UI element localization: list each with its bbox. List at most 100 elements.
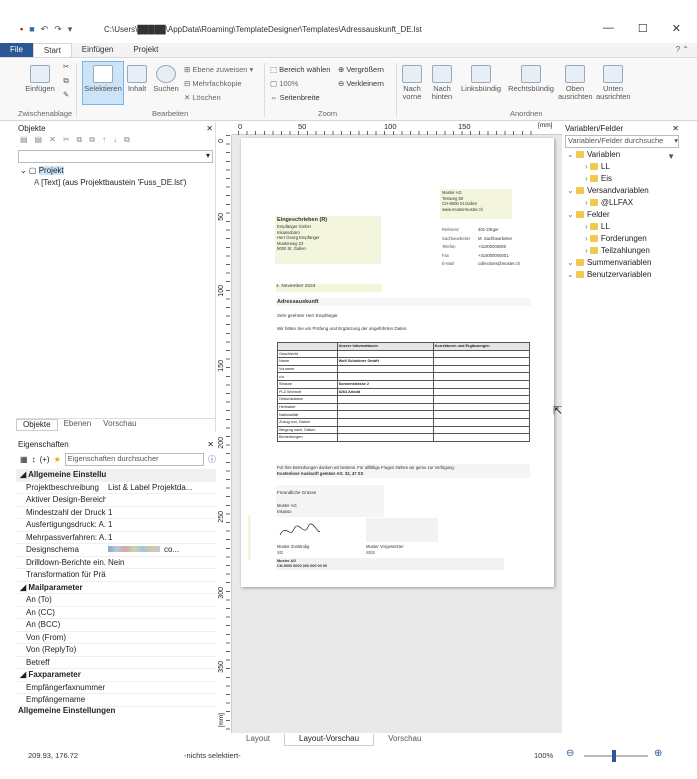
property-row[interactable]: Empfängername [16,694,216,707]
property-row[interactable]: Drilldown-Berichte ein... Nein [16,557,216,569]
property-row[interactable]: ◢ Allgemeine Einstellungen [16,469,216,482]
zoom100-button[interactable]: ▢ 100% [270,79,298,88]
variable-tree-item[interactable]: ⌄ Variablen [567,150,681,162]
redo-icon[interactable]: ↷ [54,24,62,35]
table-cell-edit[interactable] [432,349,531,359]
einfuegen-button[interactable]: Einfügen [22,65,58,93]
table-cell-edit[interactable] [432,417,531,427]
zoom-in-icon[interactable]: ⊕ [654,748,662,759]
table-cell-edit[interactable] [432,402,531,412]
nach-hinten-button[interactable]: Nach hinten [428,65,456,101]
property-row[interactable]: Mehrpassverfahren: A... 1 [16,532,216,544]
eigenschaften-search-input[interactable]: Eigenschaften durchsucher [64,452,204,466]
loeschen-button[interactable]: ✕ Löschen [184,93,221,102]
unten-button[interactable]: Unten ausrichten [596,65,631,101]
table-cell-edit[interactable] [432,372,531,381]
tab-einfuegen[interactable]: Einfügen [72,43,124,57]
cut-icon[interactable]: ✂ [60,63,72,71]
table-cell-edit[interactable] [432,395,531,404]
categorized-icon[interactable]: ▦ [20,455,28,464]
table-row[interactable]: Geschlecht [277,349,531,359]
tab-projekt[interactable]: Projekt [123,43,168,57]
tab-vorschau-main[interactable]: Vorschau [374,734,435,746]
selektieren-button[interactable]: Selektieren [82,61,124,105]
table-row[interactable]: Geburtsdatum [277,395,531,404]
property-row[interactable]: An (CC) [16,607,216,619]
table-row[interactable]: Vorname [277,364,531,374]
property-row[interactable]: Projektbeschreibung List & Label Projektd… [16,482,216,494]
table-row[interactable]: Nationalität [277,410,531,419]
sort-icon[interactable]: ↕ [32,455,36,464]
table-row[interactable]: PLZ Wohnort 8264 Arbold [277,387,531,397]
zoom-slider[interactable] [584,755,648,757]
variable-tree-item[interactable]: ⌄ Summenvariablen [567,258,681,270]
variable-tree-item[interactable]: ⌄ Felder [567,210,681,222]
table-cell-edit[interactable] [432,387,531,397]
property-row[interactable]: An (To) [16,594,216,607]
nach-vorne-button[interactable]: Nach vorne [398,65,426,101]
variablen-search-input[interactable]: Variablen/Felder durchsuche ▾ [565,135,679,148]
close-icon[interactable]: ✕ [206,124,213,133]
property-row[interactable]: Designschema co... [16,544,216,557]
property-row[interactable]: Ausfertigungsdruck: A... 1 [16,519,216,532]
bereich-waehlen-button[interactable]: ⬚ Bereich wählen [270,65,330,74]
tab-objekte[interactable]: Objekte [16,419,58,431]
maximize-button[interactable]: ☐ [638,22,648,35]
table-cell-edit[interactable] [432,410,531,419]
verkleinern-button[interactable]: ⊖ Verkleinern [338,79,384,88]
mehrfachkopie-button[interactable]: ⊟ Mehrfachkopie [184,79,242,88]
ebene-zuweisen-button[interactable]: ⊞ Ebene zuweisen ▾ [184,65,253,74]
table-row[interactable]: Wegzug nach, Datum [277,425,531,435]
seitenbreite-button[interactable]: ⇔ Seitenbreite [270,93,320,102]
datum-field[interactable]: 4. November 2024 [276,284,382,292]
rechtsbuendig-button[interactable]: Rechtsbündig [506,65,556,93]
property-row[interactable]: An (BCC) [16,619,216,632]
variable-tree-item[interactable]: › @LLFAX [567,198,681,210]
undo-icon[interactable]: ↶ [41,24,49,35]
tree-root[interactable]: ⌄ ▢ Projekt [20,166,215,178]
variable-tree-item[interactable]: › Eis [567,174,681,186]
objekte-filter-select[interactable]: ▾ [18,150,213,163]
variable-tree-item[interactable]: › Teilzahlungen [567,246,681,258]
table-cell-edit[interactable] [432,425,531,435]
tree-item[interactable]: A [Text] (aus Projektbaustein 'Fuss_DE.l… [20,178,215,190]
tab-ebenen[interactable]: Ebenen [58,419,98,431]
zoom-out-icon[interactable]: ⊖ [566,748,574,759]
variable-tree-item[interactable]: ⌄ Benutzervariablen [567,270,681,282]
tab-layout[interactable]: Layout [232,734,284,746]
linksbuendig-button[interactable]: Linksbündig [458,65,504,93]
table-cell-edit[interactable] [432,433,531,442]
property-row[interactable]: Transformation für Prä... [16,569,216,582]
variable-tree-item[interactable]: › LL [567,162,681,174]
table-row[interactable]: Name Wolf Schuldner GmbH [277,357,531,366]
property-row[interactable]: Betreff [16,657,216,669]
copy-icon[interactable]: ⧉ [60,77,72,85]
tab-file[interactable]: File [0,43,33,57]
table-row[interactable]: Zuzug von, Datum [277,417,531,427]
filter-icon[interactable]: ▼ [667,152,675,161]
customize-icon[interactable]: ▾ [68,24,73,35]
formula-icon[interactable]: (+) [40,455,50,464]
oben-button[interactable]: Oben ausrichten [558,65,593,101]
variable-tree-item[interactable]: › Forderungen [567,234,681,246]
table-row[interactable]: Heimatort [277,402,531,412]
variable-tree-item[interactable]: › LL [567,222,681,234]
format-icon[interactable]: ✎ [60,91,72,99]
close-icon[interactable]: ✕ [207,440,214,449]
info-icon[interactable]: ⓘ [208,454,216,465]
table-cell-edit[interactable] [432,364,531,374]
star-icon[interactable]: ★ [54,455,61,464]
close-icon[interactable]: ✕ [672,124,679,133]
tab-layout-vorschau[interactable]: Layout-Vorschau [284,734,375,746]
property-row[interactable]: Von (From) [16,632,216,644]
property-row[interactable]: Empfängerfaxnummer [16,682,216,694]
vergroessern-button[interactable]: ⊕ Vergrößern [338,65,384,74]
property-row[interactable]: Mindestzahl der Druck... 1 [16,507,216,519]
property-row[interactable]: Von (ReplyTo) [16,644,216,657]
property-row[interactable]: ◢ Mailparameter [16,582,216,594]
table-row[interactable]: Strasse Sonnenstrasse 2 [277,379,531,389]
objekte-toolbar[interactable]: ▤▤✕✂⧉⧉↑↓⧉ [16,135,215,149]
adress-table[interactable]: Unsere Informationen Korrekturen und Ergä… [277,342,531,442]
tab-vorschau[interactable]: Vorschau [97,419,142,431]
table-cell-edit[interactable] [432,357,531,366]
